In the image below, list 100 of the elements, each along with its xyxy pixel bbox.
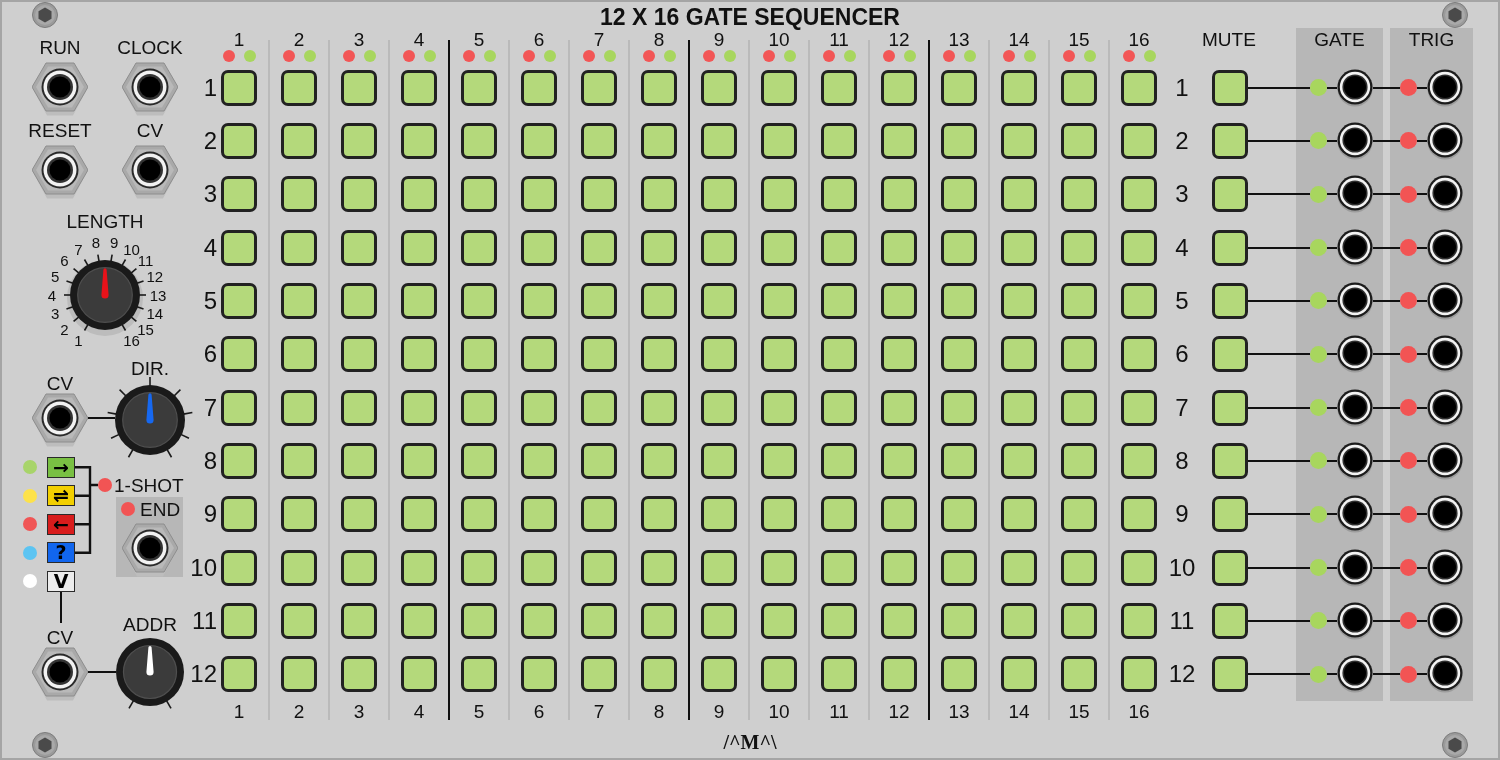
pad-button[interactable] — [1001, 336, 1037, 373]
jack-icon[interactable] — [1427, 388, 1463, 427]
pad-button[interactable] — [1121, 69, 1157, 106]
pad-button[interactable] — [821, 602, 857, 639]
pad-button[interactable] — [761, 282, 797, 319]
pad-button[interactable] — [701, 336, 737, 373]
pad-button[interactable] — [1061, 442, 1097, 479]
pad-button[interactable] — [581, 656, 617, 693]
pad-button[interactable] — [461, 123, 497, 159]
pad-button[interactable] — [521, 282, 557, 319]
pad-button[interactable] — [1001, 602, 1037, 639]
jack-icon[interactable] — [1427, 281, 1463, 320]
pad-button[interactable] — [881, 176, 917, 213]
mute-button[interactable] — [1212, 496, 1248, 533]
pad-button[interactable] — [941, 336, 977, 373]
mute-button[interactable] — [1212, 656, 1248, 693]
pad-button[interactable] — [641, 69, 677, 106]
pad-button[interactable] — [941, 282, 977, 319]
jack-icon[interactable] — [1427, 335, 1463, 374]
pad-button[interactable] — [641, 602, 677, 639]
mode-button[interactable]: ← — [47, 513, 75, 535]
pad-button[interactable] — [341, 176, 377, 213]
pad-button[interactable] — [461, 442, 497, 479]
mute-button[interactable] — [1212, 69, 1248, 106]
pad-button[interactable] — [1061, 69, 1097, 106]
pad-button[interactable] — [761, 336, 797, 373]
pad-button[interactable] — [881, 229, 917, 266]
pad-button[interactable] — [521, 549, 557, 586]
pad-button[interactable] — [641, 336, 677, 373]
address-knob[interactable] — [115, 637, 185, 710]
pad-button[interactable] — [401, 229, 437, 266]
pad-button[interactable] — [461, 389, 497, 426]
pad-button[interactable] — [1001, 549, 1037, 586]
pad-button[interactable] — [581, 282, 617, 319]
jack-icon[interactable] — [1427, 601, 1463, 640]
pad-button[interactable] — [641, 549, 677, 586]
pad-button[interactable] — [1121, 336, 1157, 373]
pad-button[interactable] — [701, 123, 737, 159]
mute-button[interactable] — [1212, 282, 1248, 319]
pad-button[interactable] — [941, 442, 977, 479]
pad-button[interactable] — [401, 496, 437, 533]
pad-button[interactable] — [221, 282, 257, 319]
pad-button[interactable] — [521, 389, 557, 426]
mute-button[interactable] — [1212, 549, 1248, 586]
jack-icon[interactable] — [1337, 495, 1373, 534]
pad-button[interactable] — [341, 123, 377, 159]
pad-button[interactable] — [341, 549, 377, 586]
pad-button[interactable] — [461, 69, 497, 106]
pad-button[interactable] — [221, 176, 257, 213]
pad-button[interactable] — [221, 69, 257, 106]
pad-button[interactable] — [821, 282, 857, 319]
pad-button[interactable] — [341, 496, 377, 533]
pad-button[interactable] — [1001, 69, 1037, 106]
pad-button[interactable] — [821, 229, 857, 266]
pad-button[interactable] — [941, 602, 977, 639]
pad-button[interactable] — [461, 549, 497, 586]
pad-button[interactable] — [581, 176, 617, 213]
pad-button[interactable] — [641, 123, 677, 159]
pad-button[interactable] — [641, 656, 677, 693]
pad-button[interactable] — [881, 442, 917, 479]
jack-icon[interactable] — [32, 145, 88, 199]
pad-button[interactable] — [401, 123, 437, 159]
pad-button[interactable] — [941, 389, 977, 426]
pad-button[interactable] — [821, 336, 857, 373]
pad-button[interactable] — [881, 656, 917, 693]
pad-button[interactable] — [1061, 123, 1097, 159]
pad-button[interactable] — [581, 389, 617, 426]
pad-button[interactable] — [701, 442, 737, 479]
pad-button[interactable] — [281, 496, 317, 533]
pad-button[interactable] — [941, 656, 977, 693]
pad-button[interactable] — [701, 69, 737, 106]
pad-button[interactable] — [1121, 176, 1157, 213]
mode-button[interactable]: → — [47, 456, 75, 478]
pad-button[interactable] — [221, 549, 257, 586]
pad-button[interactable] — [521, 336, 557, 373]
pad-button[interactable] — [341, 336, 377, 373]
pad-button[interactable] — [461, 336, 497, 373]
jack-icon[interactable] — [32, 393, 88, 447]
pad-button[interactable] — [641, 282, 677, 319]
pad-button[interactable] — [1001, 389, 1037, 426]
pad-button[interactable] — [941, 549, 977, 586]
pad-button[interactable] — [521, 176, 557, 213]
pad-button[interactable] — [881, 69, 917, 106]
pad-button[interactable] — [1061, 389, 1097, 426]
pad-button[interactable] — [221, 336, 257, 373]
jack-icon[interactable] — [121, 523, 178, 577]
pad-button[interactable] — [581, 336, 617, 373]
jack-icon[interactable] — [1337, 388, 1373, 427]
pad-button[interactable] — [881, 549, 917, 586]
pad-button[interactable] — [821, 123, 857, 159]
pad-button[interactable] — [1121, 549, 1157, 586]
pad-button[interactable] — [521, 123, 557, 159]
pad-button[interactable] — [221, 123, 257, 159]
jack-icon[interactable] — [122, 145, 178, 199]
jack-icon[interactable] — [1337, 601, 1373, 640]
pad-button[interactable] — [1001, 496, 1037, 533]
jack-icon[interactable] — [1337, 281, 1373, 320]
pad-button[interactable] — [821, 656, 857, 693]
pad-button[interactable] — [641, 389, 677, 426]
pad-button[interactable] — [821, 496, 857, 533]
